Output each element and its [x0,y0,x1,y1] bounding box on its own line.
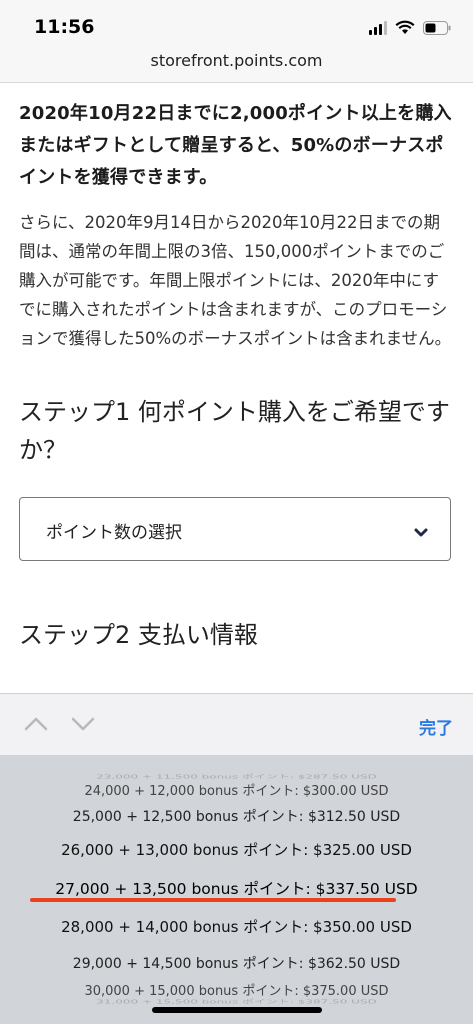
points-select[interactable]: ポイント数の選択 [19,497,451,561]
picker-option[interactable]: 29,000 + 14,500 bonus ポイント: $362.50 USD [0,953,473,973]
home-indicator[interactable] [152,1007,322,1013]
url-text[interactable]: storefront.points.com [150,51,322,70]
url-bar[interactable]: storefront.points.com [0,44,473,83]
chevron-down-icon[interactable] [71,716,95,735]
promo-detail: さらに、2020年9月14日から2020年10月22日までの期間は、通常の年間上… [19,213,452,348]
page-content: 2020年10月22日までに2,000ポイント以上を購入またはギフトとして贈呈す… [19,98,455,654]
promo-headline: 2020年10月22日までに2,000ポイント以上を購入またはギフトとして贈呈す… [19,103,452,188]
step1-heading: ステップ1 何ポイント購入をご希望ですか？ [19,398,450,464]
points-picker[interactable]: 23,000 + 11,500 bonus ポイント: $287.50 USD … [0,755,473,1024]
picker-option[interactable]: 25,000 + 12,500 bonus ポイント: $312.50 USD [0,806,473,826]
status-icons [369,20,451,35]
points-select-label[interactable]: ポイント数の選択 [46,518,182,543]
picker-option[interactable]: 30,000 + 15,000 bonus ポイント: $375.00 USD [0,980,473,999]
picker-option[interactable]: 26,000 + 13,000 bonus ポイント: $325.00 USD [0,839,473,860]
wifi-icon [395,20,415,35]
done-button[interactable]: 完了 [419,714,453,739]
picker-option[interactable]: 31,000 + 15,500 bonus ポイント: $387.50 USD [0,998,473,1006]
status-time: 11:56 [34,16,95,38]
screen: 11:56 storefront.points.com 2020年10月22日ま… [0,0,473,1024]
battery-icon [423,20,451,35]
chevron-down-icon[interactable] [414,523,428,542]
highlight-underline [30,898,396,902]
chevron-up-icon[interactable] [24,716,48,735]
keyboard-accessory-bar: 完了 [0,693,473,756]
picker-option[interactable]: 24,000 + 12,000 bonus ポイント: $300.00 USD [0,780,473,799]
status-bar: 11:56 [0,0,473,44]
step2-heading: ステップ2 支払い情報 [19,621,258,649]
picker-option-selected[interactable]: 27,000 + 13,500 bonus ポイント: $337.50 USD [0,877,473,899]
picker-option[interactable]: 28,000 + 14,000 bonus ポイント: $350.00 USD [0,916,473,937]
cellular-signal-icon [369,20,387,35]
